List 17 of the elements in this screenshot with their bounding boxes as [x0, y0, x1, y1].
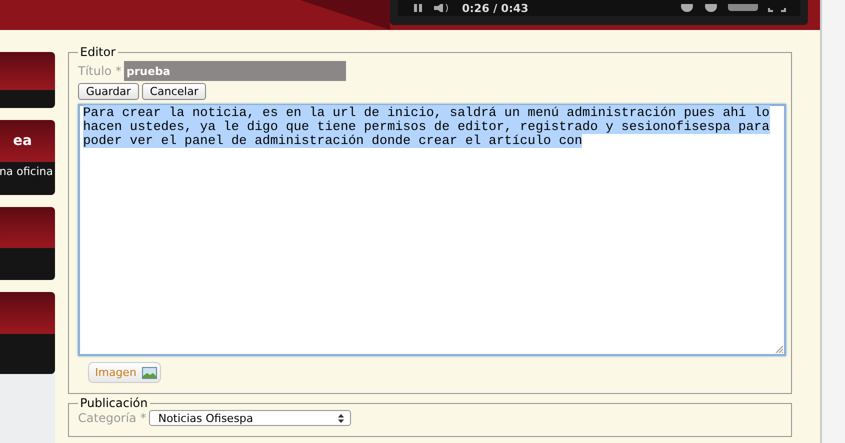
video-time: 0:26 / 0:43	[462, 2, 528, 14]
category-select[interactable]: Noticias Ofisespa	[149, 410, 352, 426]
field-label: Título *	[78, 64, 122, 78]
fieldset-legend: Publicación	[78, 396, 150, 410]
title-input[interactable]: prueba	[124, 61, 346, 81]
cancel-button[interactable]: Cancelar	[142, 83, 206, 100]
sidebar-panel	[0, 374, 55, 443]
card-title: ea	[13, 133, 32, 149]
text-area[interactable]: Para crear la noticia, es en la url de inicio, saldrá un menú administración pues ahí lo hacen ustedes, ya le digo que tiene permisos de editor, registrado y sesionofisespa para poder ver el panel de administración donde crear el artículo con	[78, 104, 786, 356]
save-button[interactable]: Guardar	[78, 83, 139, 100]
fieldset-legend: Editor	[78, 45, 118, 59]
pause-icon[interactable]	[412, 4, 424, 12]
resize-grip-icon[interactable]	[775, 345, 783, 353]
image-icon	[142, 366, 158, 378]
card-subtitle: na oficina	[0, 165, 53, 178]
updown-arrows-icon	[338, 414, 344, 422]
field-label: Categoría *	[78, 411, 146, 425]
